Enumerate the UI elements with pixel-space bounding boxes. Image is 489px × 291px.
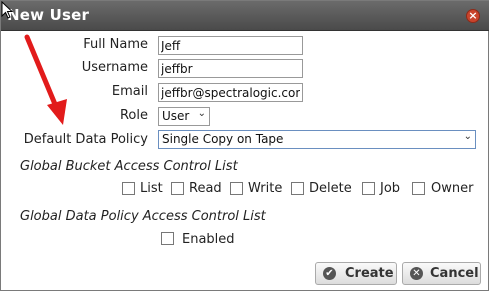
checkbox-read[interactable] — [171, 182, 184, 195]
checkbox-list[interactable] — [122, 182, 135, 195]
default-data-policy-select[interactable]: Single Copy on Tape ⌄ — [158, 130, 476, 149]
check-icon: ✔ — [323, 267, 336, 280]
data-policy-acl-title: Global Data Policy Access Control List — [20, 209, 266, 224]
chevron-down-icon: ⌄ — [463, 131, 472, 142]
full-name-label: Full Name — [83, 37, 148, 52]
checkbox-delete-label: Delete — [309, 181, 352, 196]
default-data-policy-label: Default Data Policy — [23, 132, 148, 147]
checkbox-write-label: Write — [248, 181, 283, 196]
username-label: Username — [81, 60, 148, 75]
checkbox-list-label: List — [140, 181, 163, 196]
checkbox-owner-label: Owner — [431, 181, 474, 196]
dialog-titlebar[interactable]: New User × — [1, 1, 489, 31]
checkbox-job[interactable] — [362, 182, 375, 195]
cancel-icon: ✕ — [410, 267, 423, 280]
checkbox-enabled[interactable] — [161, 232, 174, 245]
chevron-down-icon: ⌄ — [197, 108, 206, 119]
role-select-value: User — [162, 109, 190, 123]
create-button[interactable]: ✔ Create — [315, 262, 397, 285]
cancel-button-label: Cancel — [430, 266, 479, 281]
checkbox-enabled-label: Enabled — [182, 232, 235, 247]
default-data-policy-value: Single Copy on Tape — [162, 132, 284, 146]
email-label: Email — [111, 84, 148, 99]
new-user-dialog: New User × Full Name Username Email Role… — [0, 0, 489, 291]
full-name-field[interactable] — [158, 36, 303, 55]
create-button-label: Create — [345, 266, 394, 281]
email-field[interactable] — [158, 83, 303, 102]
checkbox-job-label: Job — [380, 181, 401, 196]
checkbox-owner[interactable] — [412, 182, 425, 195]
bucket-acl-title: Global Bucket Access Control List — [20, 159, 238, 174]
dialog-title: New User — [7, 6, 90, 24]
role-label: Role — [119, 108, 148, 123]
checkbox-delete[interactable] — [291, 182, 304, 195]
mouse-cursor-icon — [1, 1, 14, 19]
checkbox-write[interactable] — [230, 182, 243, 195]
username-field[interactable] — [158, 59, 303, 78]
checkbox-read-label: Read — [189, 181, 222, 196]
close-icon[interactable]: × — [466, 9, 480, 23]
role-select[interactable]: User ⌄ — [158, 107, 210, 126]
cancel-button[interactable]: ✕ Cancel — [402, 262, 481, 285]
